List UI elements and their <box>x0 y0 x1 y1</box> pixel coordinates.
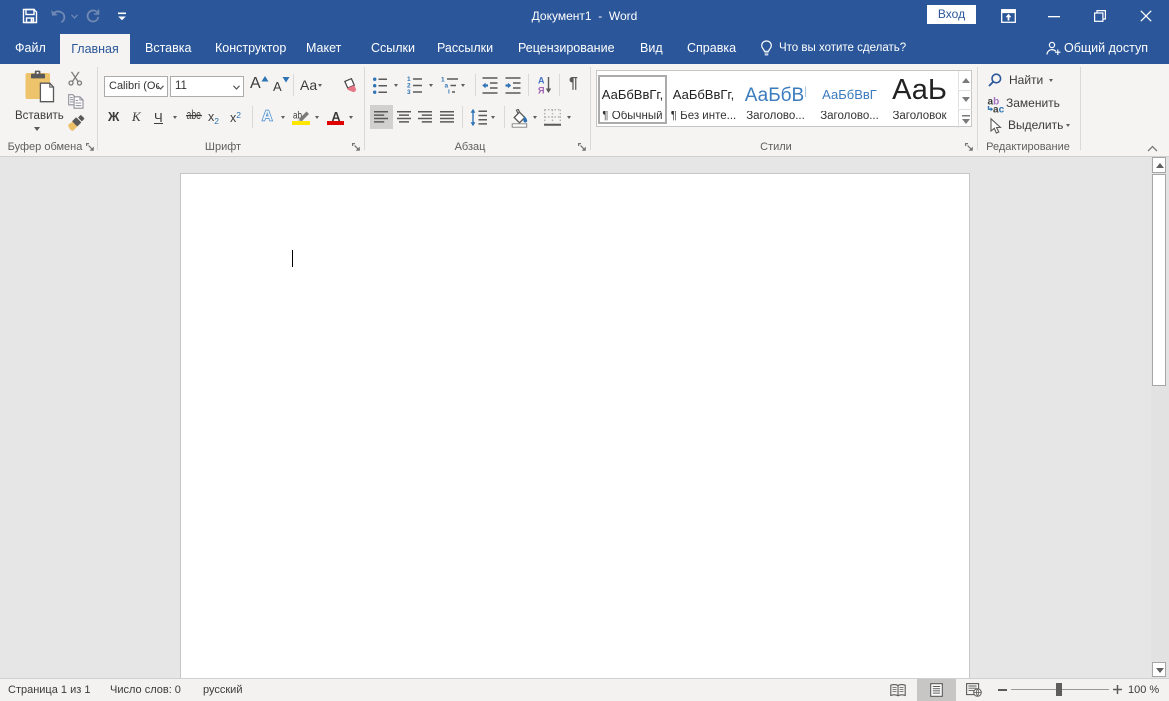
svg-text:Я: Я <box>538 86 544 96</box>
svg-text:ac: ac <box>993 105 1005 116</box>
svg-text:3: 3 <box>407 89 411 96</box>
svg-text:А: А <box>538 76 545 86</box>
svg-text:A: A <box>262 109 273 125</box>
svg-text:i: i <box>448 89 450 96</box>
